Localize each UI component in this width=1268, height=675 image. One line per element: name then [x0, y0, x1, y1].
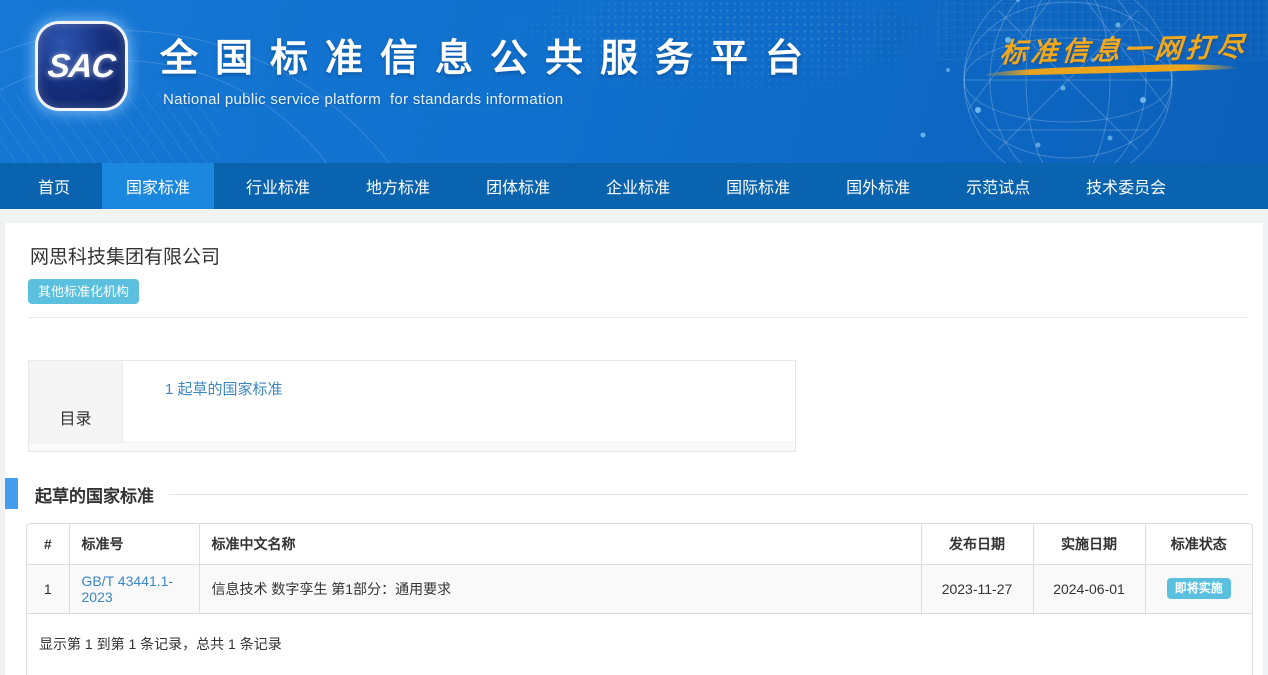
standards-table-container: # 标准号 标准中文名称 发布日期 实施日期 标准状态 1 GB/T 43441… [26, 523, 1253, 675]
main-nav: 首页 国家标准 行业标准 地方标准 团体标准 企业标准 国际标准 国外标准 示范… [0, 163, 1268, 209]
standard-number-link[interactable]: GB/T 43441.1-2023 [82, 573, 174, 605]
col-header-status: 标准状态 [1145, 524, 1252, 564]
content-card: 网思科技集团有限公司 其他标准化机构 目录 1 起草的国家标准 起草的国家标准 … [5, 223, 1263, 675]
cell-status: 即将实施 [1145, 564, 1252, 613]
sac-logo-text: SAC [46, 47, 117, 85]
cell-implement-date: 2024-06-01 [1033, 564, 1145, 613]
organization-name: 网思科技集团有限公司 [30, 245, 1248, 271]
nav-item-foreign-standards[interactable]: 国外标准 [822, 163, 934, 209]
table-header-row: # 标准号 标准中文名称 发布日期 实施日期 标准状态 [27, 524, 1252, 564]
col-header-index: # [27, 524, 69, 564]
table-record-summary: 显示第 1 到第 1 条记录，总共 1 条记录 [27, 614, 1252, 675]
nav-item-industry-standards[interactable]: 行业标准 [222, 163, 334, 209]
col-header-implement-date: 实施日期 [1033, 524, 1145, 564]
standards-table: # 标准号 标准中文名称 发布日期 实施日期 标准状态 1 GB/T 43441… [27, 524, 1252, 614]
nav-item-pilot-demonstration[interactable]: 示范试点 [942, 163, 1054, 209]
cell-chinese-name: 信息技术 数字孪生 第1部分：通用要求 [199, 564, 921, 613]
toc-label: 目录 [29, 361, 123, 451]
section-rule [169, 494, 1248, 495]
status-badge: 即将实施 [1167, 578, 1231, 599]
col-header-standard-no: 标准号 [69, 524, 199, 564]
nav-item-local-standards[interactable]: 地方标准 [342, 163, 454, 209]
cell-standard-no: GB/T 43441.1-2023 [69, 564, 199, 613]
nav-item-international-standards[interactable]: 国际标准 [702, 163, 814, 209]
slogan-text: 标准信息一网打尽 [999, 25, 1250, 71]
toc-panel: 目录 1 起草的国家标准 [28, 360, 796, 452]
toc-scrollbar[interactable] [29, 442, 795, 451]
toc-link-drafted-national-standards[interactable]: 1 起草的国家标准 [165, 381, 283, 398]
col-header-chinese-name: 标准中文名称 [199, 524, 921, 564]
nav-item-technical-committee[interactable]: 技术委员会 [1062, 163, 1190, 209]
section-title: 起草的国家标准 [35, 482, 154, 507]
site-title: 全国标准信息公共服务平台 [160, 27, 820, 82]
site-header: SAC 全国标准信息公共服务平台 National public service… [0, 0, 1268, 163]
col-header-publish-date: 发布日期 [921, 524, 1033, 564]
site-title-block: 全国标准信息公共服务平台 National public service pla… [160, 27, 820, 108]
sac-logo[interactable]: SAC [35, 21, 128, 111]
globe-icon [888, 0, 1228, 163]
site-subtitle: National public service platform for sta… [163, 91, 820, 108]
toc-body: 1 起草的国家标准 [123, 361, 795, 451]
organization-type-badge: 其他标准化机构 [28, 279, 139, 304]
nav-item-national-standards[interactable]: 国家标准 [102, 163, 214, 209]
nav-item-group-standards[interactable]: 团体标准 [462, 163, 574, 209]
cell-index: 1 [27, 564, 69, 613]
divider [28, 317, 1248, 318]
cell-publish-date: 2023-11-27 [921, 564, 1033, 613]
page-background: 网思科技集团有限公司 其他标准化机构 目录 1 起草的国家标准 起草的国家标准 … [0, 209, 1268, 675]
table-row: 1 GB/T 43441.1-2023 信息技术 数字孪生 第1部分：通用要求 … [27, 564, 1252, 613]
nav-item-enterprise-standards[interactable]: 企业标准 [582, 163, 694, 209]
nav-item-home[interactable]: 首页 [14, 163, 94, 209]
section-header: 起草的国家标准 [25, 482, 1248, 507]
section-marker [5, 478, 18, 509]
